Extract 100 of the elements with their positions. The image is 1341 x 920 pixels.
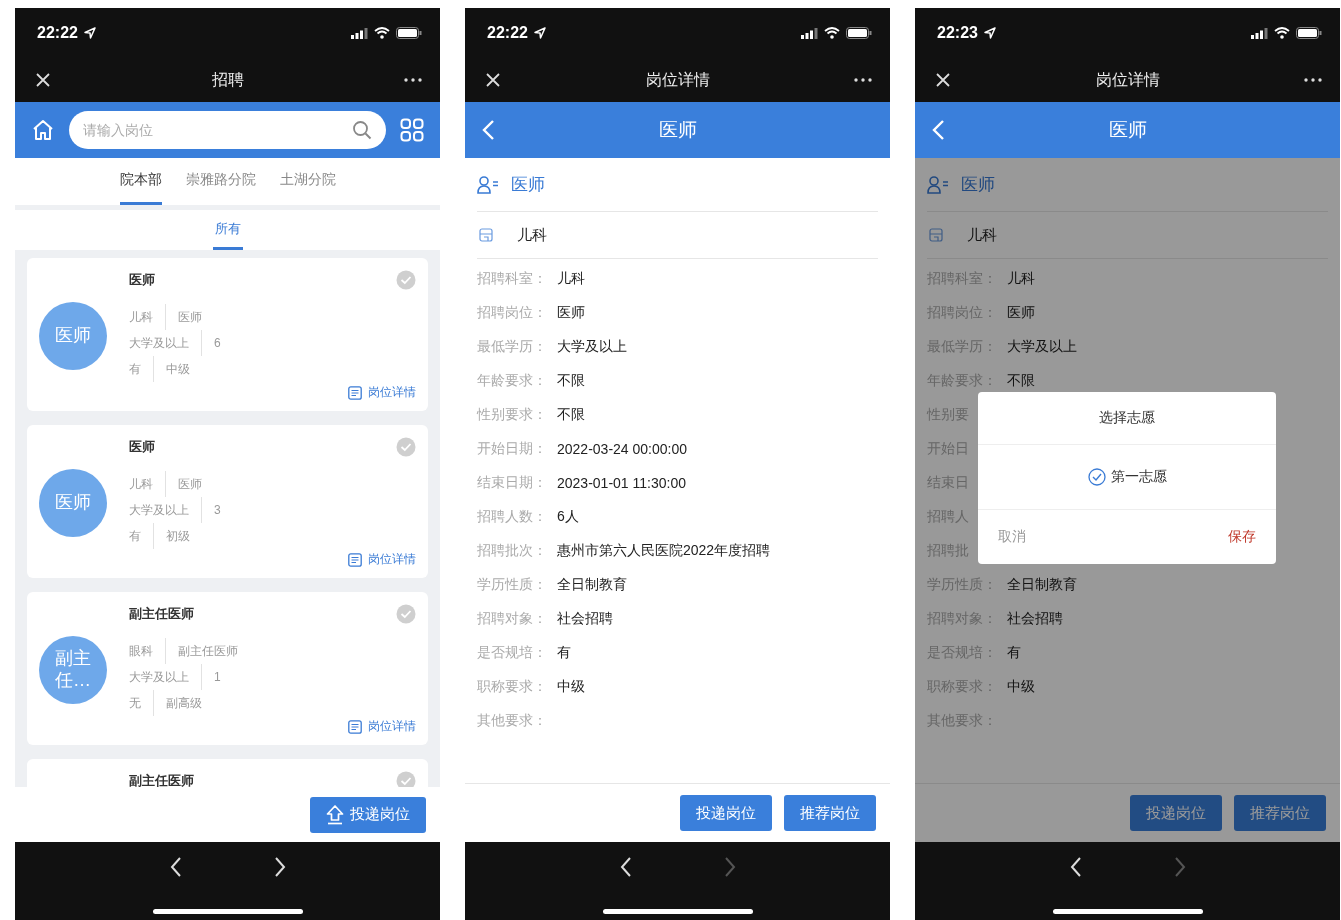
field-value: 儿科 <box>1007 270 1035 288</box>
action-button[interactable]: 推荐岗位 <box>1234 795 1326 831</box>
field-value: 6人 <box>557 508 579 526</box>
location-arrow-icon <box>983 27 996 39</box>
status-time: 22:23 <box>937 24 978 42</box>
field-label: 学历性质： <box>477 576 548 594</box>
field-label: 开始日期： <box>477 440 548 458</box>
department-name: 儿科 <box>967 225 997 245</box>
department-name: 儿科 <box>517 225 547 245</box>
field-value: 全日制教育 <box>1007 576 1077 594</box>
home-icon[interactable] <box>31 118 55 142</box>
more-icon[interactable] <box>404 78 422 82</box>
document-icon <box>348 385 362 400</box>
job-card[interactable]: 副主任… 副主任医师 眼科 副主任医师 大学及以上 1 无 副高级 岗位详情 <box>27 592 428 745</box>
job-attribute: 医师 <box>165 304 214 330</box>
job-attribute: 医师 <box>165 471 214 497</box>
field-value: 2022-03-24 00:00:00 <box>557 441 687 457</box>
dialog-title: 选择志愿 <box>978 392 1276 445</box>
header-title: 医师 <box>1108 118 1147 142</box>
field-value: 医师 <box>557 304 585 322</box>
job-card[interactable]: 医师 医师 儿科 医师 大学及以上 6 有 中级 岗位详情 <box>27 258 428 411</box>
job-attribute: 1 <box>201 664 233 690</box>
check-circle-icon[interactable] <box>396 604 416 624</box>
avatar-circle: 医师 <box>39 301 107 370</box>
field-value: 惠州市第六人民医院2022年度招聘 <box>557 542 771 560</box>
signal-icon <box>1251 27 1268 39</box>
back-icon[interactable] <box>931 119 945 141</box>
check-circle-icon[interactable] <box>396 437 416 457</box>
choice-option[interactable]: 第一志愿 <box>1087 468 1167 486</box>
action-button[interactable]: 投递岗位 <box>680 795 772 831</box>
job-attribute: 副主任医师 <box>165 638 250 664</box>
field-value: 中级 <box>557 678 585 696</box>
job-attribute: 儿科 <box>129 309 154 326</box>
job-title: 副主任医师 <box>129 605 194 623</box>
field-value: 大学及以上 <box>557 338 627 356</box>
field-value: 不限 <box>557 372 585 390</box>
field-label: 招聘对象： <box>477 610 548 628</box>
cancel-button[interactable]: 取消 <box>998 528 1026 546</box>
search-field[interactable]: 请输入岗位 <box>69 111 386 149</box>
document-icon <box>348 552 362 567</box>
field-value: 2023-01-01 11:30:00 <box>557 475 686 491</box>
job-attribute: 大学及以上 <box>129 335 190 352</box>
job-attribute: 眼科 <box>129 643 154 660</box>
job-attribute: 6 <box>201 330 233 356</box>
field-label: 最低学历： <box>477 338 548 356</box>
field-value: 不限 <box>557 406 585 424</box>
field-value: 社会招聘 <box>557 610 613 628</box>
field-label: 招聘人数： <box>477 508 548 526</box>
job-attribute: 副高级 <box>153 690 214 716</box>
more-icon[interactable] <box>854 78 872 82</box>
wifi-icon <box>374 27 390 39</box>
field-value: 大学及以上 <box>1007 338 1077 356</box>
save-button[interactable]: 保存 <box>1228 528 1256 546</box>
grid-icon[interactable] <box>400 118 424 142</box>
branch-tab[interactable]: 土湖分院 <box>279 158 336 205</box>
field-label: 是否规培： <box>477 644 548 662</box>
job-title: 医师 <box>129 271 155 289</box>
field-value: 社会招聘 <box>1007 610 1063 628</box>
job-attribute: 中级 <box>153 356 202 382</box>
battery-icon <box>1296 27 1322 39</box>
submit-button[interactable]: 投递岗位 <box>310 796 426 833</box>
job-attribute: 初级 <box>153 523 202 549</box>
field-label: 性别要求： <box>477 406 548 424</box>
person-list-icon <box>477 175 499 194</box>
status-time: 22:22 <box>487 24 528 42</box>
job-card[interactable]: 副主任医师 <box>27 759 428 787</box>
signal-icon <box>351 27 368 39</box>
branch-tab[interactable]: 崇雅路分院 <box>185 158 256 205</box>
upload-icon <box>326 804 344 825</box>
job-attribute: 有 <box>129 361 142 378</box>
field-label: 招聘岗位： <box>477 304 548 322</box>
back-icon[interactable] <box>481 119 495 141</box>
action-button[interactable]: 投递岗位 <box>1130 795 1222 831</box>
status-time: 22:22 <box>37 24 78 42</box>
more-icon[interactable] <box>1304 78 1322 82</box>
location-arrow-icon <box>83 27 96 39</box>
field-label: 职称要求： <box>477 678 548 696</box>
battery-icon <box>846 27 872 39</box>
wifi-icon <box>1274 27 1290 39</box>
wifi-icon <box>824 27 840 39</box>
check-circle-icon[interactable] <box>396 270 416 290</box>
document-icon <box>348 719 362 734</box>
job-title: 副主任医师 <box>129 772 194 787</box>
field-label: 招聘科室： <box>477 270 548 288</box>
building-icon <box>479 228 493 242</box>
page-title: 岗位详情 <box>1095 69 1160 90</box>
branch-tab[interactable]: 院本部 <box>119 158 162 205</box>
close-icon[interactable] <box>35 72 51 88</box>
job-card[interactable]: 医师 医师 儿科 医师 大学及以上 3 有 初级 岗位详情 <box>27 425 428 578</box>
field-value: 有 <box>557 644 571 662</box>
job-details-link[interactable]: 岗位详情 <box>348 718 416 735</box>
close-icon[interactable] <box>935 72 951 88</box>
action-button[interactable]: 推荐岗位 <box>784 795 876 831</box>
field-value: 全日制教育 <box>557 576 627 594</box>
close-icon[interactable] <box>485 72 501 88</box>
job-details-link[interactable]: 岗位详情 <box>348 384 416 401</box>
field-value: 中级 <box>1007 678 1035 696</box>
building-icon <box>929 228 943 242</box>
search-icon[interactable] <box>352 120 372 140</box>
job-details-link[interactable]: 岗位详情 <box>348 551 416 568</box>
